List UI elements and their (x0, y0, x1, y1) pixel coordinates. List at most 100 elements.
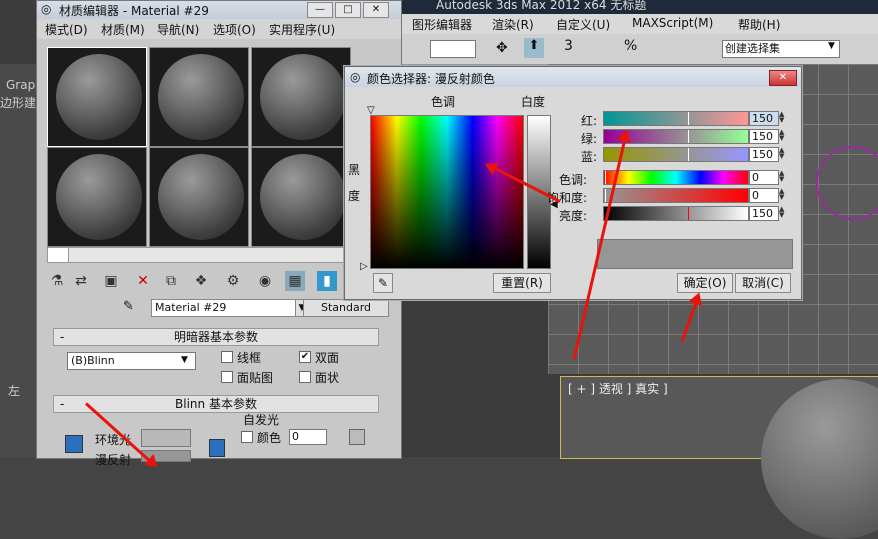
menu-help[interactable]: 帮助(H) (738, 16, 780, 33)
material-type-button[interactable]: Standard (303, 299, 389, 317)
collapse-icon[interactable]: - (60, 396, 64, 412)
hue-slider[interactable] (603, 170, 749, 185)
color-picker-title-bar[interactable]: ◎ 颜色选择器: 漫反射颜色 ✕ (345, 67, 801, 87)
maximize-button[interactable]: □ (335, 2, 361, 18)
blinn-basic-rollout[interactable]: - Blinn 基本参数 (53, 395, 379, 413)
cancel-button[interactable]: 取消(C) (735, 273, 791, 293)
shader-basic-rollout[interactable]: - 明暗器基本参数 (53, 328, 379, 346)
ambient-color-swatch[interactable] (141, 429, 191, 447)
material-slot-1[interactable] (47, 47, 147, 147)
face-map-checkbox[interactable] (221, 371, 233, 383)
material-name-field[interactable]: Material #29 (151, 299, 296, 317)
wire-checkbox[interactable] (221, 351, 233, 363)
material-slot-5[interactable] (149, 147, 249, 247)
minimize-button[interactable]: — (307, 2, 333, 18)
green-value[interactable]: 150 (749, 129, 779, 144)
blue-value[interactable]: 150 (749, 147, 779, 162)
material-id-icon[interactable]: ◉ (255, 271, 275, 291)
scrollbar-thumb[interactable] (48, 248, 69, 262)
faceted-checkbox[interactable] (299, 371, 311, 383)
eyedropper-icon[interactable]: ✎ (123, 299, 134, 314)
lock-icon[interactable] (209, 439, 225, 457)
show-end-result-icon[interactable]: ▮ (317, 271, 337, 291)
slider-thumb[interactable] (688, 207, 689, 220)
slider-thumb[interactable] (688, 148, 689, 161)
chevron-down-icon[interactable]: ▼ (181, 355, 188, 365)
slider-thumb[interactable] (605, 189, 606, 202)
blackness-label: 黑 度 (348, 163, 361, 203)
spinner-arrows-icon[interactable]: ▲ ▼ (779, 129, 787, 142)
spinner-arrows-icon[interactable]: ▲ ▼ (779, 147, 787, 160)
eyedropper-icon[interactable]: ✎ (373, 273, 393, 293)
wire-label: 线框 (237, 351, 262, 365)
put-to-scene-icon[interactable]: ⇄ (71, 271, 91, 291)
filter-dropdown[interactable] (430, 40, 476, 58)
menu-modes[interactable]: 模式(D) (45, 21, 88, 38)
hue-value[interactable]: 0 (749, 170, 779, 185)
slot-scrollbar[interactable] (47, 247, 349, 263)
blue-label: 蓝: (581, 150, 598, 164)
spinner-arrows-icon[interactable]: ▲ ▼ (779, 170, 787, 183)
faceted-label: 面状 (315, 371, 340, 385)
make-unique-icon[interactable]: ❖ (191, 271, 211, 291)
move-icon[interactable]: ✥ (496, 40, 508, 56)
value-value[interactable]: 150 (749, 206, 779, 221)
sample-sphere (56, 54, 142, 140)
material-slot-4[interactable] (47, 147, 147, 247)
viewport-label[interactable]: [ + ] 透视 ] 真实 ] (568, 380, 668, 397)
self-illum-map-button[interactable] (349, 429, 365, 445)
saturation-slider[interactable] (603, 188, 749, 203)
show-map-icon[interactable]: ▦ (285, 271, 305, 291)
app-icon: ◎ (350, 70, 361, 84)
saturation-value[interactable]: 0 (749, 188, 779, 203)
hue-blackness-field[interactable] (370, 115, 524, 269)
spinner-arrows-icon[interactable]: ▲ ▼ (779, 206, 787, 219)
blackness-pointer-icon[interactable]: ▷ (360, 261, 368, 272)
red-value[interactable]: 150 (749, 111, 779, 126)
self-illum-color-checkbox[interactable] (241, 431, 253, 443)
close-button[interactable]: ✕ (363, 2, 389, 18)
red-slider[interactable] (603, 111, 749, 126)
menu-material[interactable]: 材质(M) (101, 21, 145, 38)
material-editor-title-bar[interactable]: ◎ 材质编辑器 - Material #29 — □ ✕ (37, 1, 401, 19)
menu-graph-editors[interactable]: 图形编辑器 (412, 16, 472, 33)
ok-button[interactable]: 确定(O) (677, 273, 733, 293)
delete-icon[interactable]: ✕ (133, 271, 153, 291)
slider-thumb[interactable] (688, 112, 689, 125)
self-illum-group-label: 自发光 (243, 413, 280, 427)
snap-count[interactable]: 3 (564, 38, 573, 54)
select-icon[interactable]: ⬆ (524, 38, 544, 58)
collapse-icon[interactable]: - (60, 329, 64, 345)
menu-maxscript[interactable]: MAXScript(M) (632, 16, 713, 30)
spinner-arrows-icon[interactable]: ▲ ▼ (779, 111, 787, 124)
shader-dropdown[interactable]: (B)Blinn (67, 352, 196, 370)
chevron-down-icon[interactable]: ▼ (828, 41, 835, 51)
sample-sphere (260, 154, 346, 240)
material-slot-3[interactable] (251, 47, 351, 147)
reset-button[interactable]: 重置(R) (493, 273, 551, 293)
menu-customize[interactable]: 自定义(U) (556, 16, 610, 33)
blue-slider[interactable] (603, 147, 749, 162)
named-selection-set[interactable]: 创建选择集 (722, 40, 840, 58)
get-material-icon[interactable]: ⚗ (47, 271, 67, 291)
two-sided-checkbox[interactable]: ✔ (299, 351, 311, 363)
menu-options[interactable]: 选项(O) (213, 21, 256, 38)
material-slot-6[interactable] (251, 147, 351, 247)
lock-icon[interactable] (65, 435, 83, 453)
color-preview-swatch (597, 239, 793, 269)
value-slider[interactable] (603, 206, 749, 221)
assign-material-icon[interactable]: ▣ (101, 271, 121, 291)
slider-thumb[interactable] (605, 171, 606, 184)
slider-thumb[interactable] (688, 130, 689, 143)
copy-material-icon[interactable]: ⧉ (161, 271, 181, 291)
close-button[interactable]: ✕ (769, 70, 797, 86)
menu-rendering[interactable]: 渲染(R) (492, 16, 534, 33)
spinner-arrows-icon[interactable]: ▲ ▼ (779, 188, 787, 201)
menu-navigation[interactable]: 导航(N) (157, 21, 199, 38)
sample-sphere (158, 54, 244, 140)
percent-snap-icon[interactable]: % (624, 38, 637, 54)
material-slot-2[interactable] (149, 47, 249, 147)
put-to-library-icon[interactable]: ⚙ (223, 271, 243, 291)
self-illum-value[interactable]: 0 (289, 429, 327, 445)
menu-utilities[interactable]: 实用程序(U) (269, 21, 335, 38)
